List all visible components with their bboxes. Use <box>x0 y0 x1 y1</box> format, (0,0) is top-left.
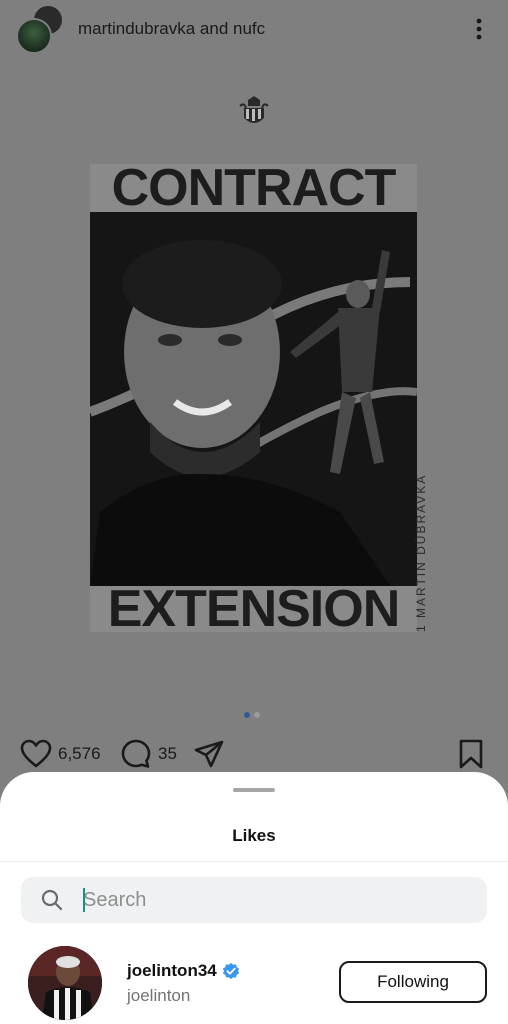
likes-bottom-sheet: Likes Search joelinton34 joelinton Follo… <box>0 772 508 1024</box>
poster-artwork <box>90 212 417 586</box>
avatar-martindubravka[interactable] <box>16 18 52 54</box>
text-cursor <box>83 888 85 912</box>
list-item[interactable]: joelinton34 joelinton Following <box>0 942 508 1024</box>
search-bar[interactable] <box>21 877 487 923</box>
save-action[interactable] <box>458 734 484 774</box>
comment-icon[interactable] <box>120 738 152 770</box>
post-image[interactable]: CONTRACT EXTENSION <box>90 164 417 632</box>
sheet-title: Likes <box>232 826 276 845</box>
like-action[interactable]: 6,576 <box>20 734 101 774</box>
poster-side-caption: 1 MARTIN DÚBRAVKA <box>414 473 428 632</box>
bookmark-icon[interactable] <box>458 739 484 769</box>
comment-action[interactable]: 35 <box>120 734 177 774</box>
collab-avatars[interactable] <box>16 4 68 56</box>
poster-headline-top: CONTRACT <box>90 164 417 217</box>
heart-icon[interactable] <box>20 739 52 769</box>
avatar[interactable] <box>28 946 102 1020</box>
post-actions: 6,576 35 <box>0 734 508 774</box>
carousel-dot-2 <box>254 712 260 718</box>
app-root: martindubravka and nufc CONTRACT EXTENSI… <box>0 0 508 1024</box>
author-username-primary[interactable]: martindubravka <box>78 19 195 38</box>
search-icon <box>41 889 63 911</box>
author-username-secondary[interactable]: nufc <box>233 19 265 38</box>
sheet-drag-handle[interactable] <box>233 788 275 792</box>
search-input[interactable] <box>83 877 463 923</box>
sheet-divider <box>0 861 508 862</box>
send-icon[interactable] <box>194 739 224 769</box>
poster-headline-bottom: EXTENSION <box>90 580 417 632</box>
full-name: joelinton <box>127 986 191 1005</box>
verified-badge-icon <box>222 962 239 980</box>
share-action[interactable] <box>194 734 224 774</box>
post-author-line[interactable]: martindubravka and nufc <box>78 19 265 39</box>
following-button[interactable]: Following <box>339 961 487 1003</box>
club-crest-icon <box>239 96 269 123</box>
username[interactable]: joelinton34 <box>127 961 240 981</box>
avatar-image <box>28 946 102 1020</box>
like-count[interactable]: 6,576 <box>58 744 101 764</box>
post-header: martindubravka and nufc <box>0 0 508 60</box>
poster-text-bottom: EXTENSION <box>107 580 400 632</box>
comment-count[interactable]: 35 <box>158 744 177 764</box>
carousel-indicator <box>244 712 260 718</box>
poster-text-top: CONTRACT <box>111 164 397 217</box>
username-text[interactable]: joelinton34 <box>127 961 217 981</box>
carousel-dot-1 <box>244 712 250 718</box>
more-vertical-icon[interactable] <box>468 16 490 42</box>
author-joiner: and <box>199 19 229 38</box>
